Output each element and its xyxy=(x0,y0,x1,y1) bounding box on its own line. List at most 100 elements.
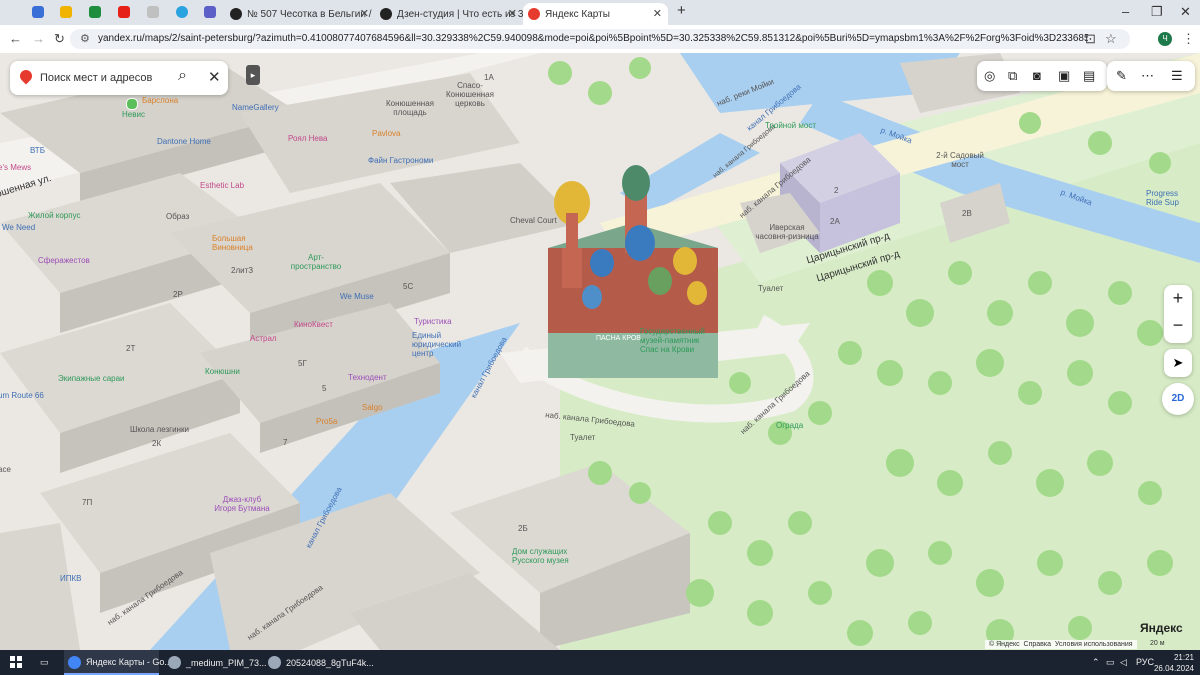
terms-link[interactable]: Условия использования xyxy=(1055,641,1133,648)
site-settings-icon[interactable]: ⚙ xyxy=(80,32,90,45)
poi-residential[interactable]: Жилой корпус xyxy=(28,211,80,220)
poi-toilet[interactable]: Туалет xyxy=(570,433,595,442)
poi-lezginka-school[interactable]: Школа лезгинки xyxy=(130,425,189,434)
close-window-button[interactable]: ✕ xyxy=(1180,4,1191,20)
taskbar-item-chrome[interactable]: Яндекс Карты - Go... xyxy=(64,650,172,675)
browser-menu-icon[interactable]: ⋮ xyxy=(1182,31,1195,47)
poi-esthetic-lab[interactable]: Esthetic Lab xyxy=(200,181,244,190)
poi-dantone-home[interactable]: Dantone Home xyxy=(157,137,211,146)
poi-salgo[interactable]: Salgo xyxy=(362,403,382,412)
panorama-icon[interactable]: ⧉ xyxy=(1008,68,1017,84)
poi-russian-museum-house[interactable]: Дом служащих Русского музея xyxy=(512,547,582,565)
poi-legal-center[interactable]: Единый юридический центр xyxy=(412,331,472,358)
poi-ace[interactable]: ace xyxy=(0,465,11,474)
profile-avatar[interactable]: Ч xyxy=(1158,32,1172,46)
poi-pro5a[interactable]: Pro5a xyxy=(316,417,337,426)
tab-dzen[interactable]: Дзен-студия | Что есть из 3d с ✕ xyxy=(375,3,523,25)
poi-konyushni[interactable]: Конюшни xyxy=(205,367,240,376)
new-tab-button[interactable]: + xyxy=(677,2,686,19)
taskbar-item-file[interactable]: _medium_PIM_73... xyxy=(164,650,267,675)
poi-progress-ride[interactable]: Progress Ride Sup xyxy=(1146,189,1196,207)
network-icon[interactable]: ▭ xyxy=(1106,657,1115,668)
poi-technodent[interactable]: Технодент xyxy=(348,373,387,382)
tab-youtube-icon[interactable] xyxy=(118,6,130,18)
close-tab-icon[interactable]: ✕ xyxy=(360,7,369,20)
poi-we-need[interactable]: i We Need xyxy=(0,223,35,232)
poi-astral[interactable]: Астрал xyxy=(250,334,277,343)
taskbar-item-file[interactable]: 20524088_8gTuF4k... xyxy=(264,650,374,675)
tab-doc-icon[interactable] xyxy=(147,6,159,18)
toggle-2d-button[interactable]: 2D xyxy=(1162,383,1194,415)
ruler-icon[interactable]: ✎ xyxy=(1116,68,1127,84)
map-canvas[interactable]: Царицынский пр-д Царицынский пр-д наб. к… xyxy=(0,53,1200,650)
tab-chesotka[interactable]: № 507 Чесотка в Бельгии / По ✕ xyxy=(225,3,375,25)
poi-jazz-club[interactable]: Джаз-клуб Игоря Бутмана xyxy=(212,495,272,513)
tab-sheets-icon[interactable] xyxy=(89,6,101,18)
windows-start-icon[interactable] xyxy=(10,656,22,668)
poi-route66[interactable]: um Route 66 xyxy=(0,391,44,400)
map-style-icon[interactable]: ▤ xyxy=(1083,68,1095,84)
poi-obraz[interactable]: Образ xyxy=(166,212,189,221)
zoom-out-button[interactable]: − xyxy=(1164,315,1192,336)
poi-fence[interactable]: Ограда xyxy=(776,421,803,430)
my-location-button[interactable]: ➤ xyxy=(1164,349,1192,377)
url-field[interactable]: ⚙ yandex.ru/maps/2/saint-petersburg/?azi… xyxy=(70,29,1130,49)
poi-carriage-sheds[interactable]: Экипажные сараи xyxy=(58,374,125,383)
poi-sferazhestov[interactable]: Сферажестов xyxy=(38,256,90,265)
install-app-icon[interactable]: ⊡ xyxy=(1085,31,1096,47)
poi-savior-on-blood[interactable]: Государственный музей-памятник Спас на К… xyxy=(640,327,710,354)
close-icon[interactable]: ✕ xyxy=(208,68,221,86)
forward-arrow-icon[interactable]: → xyxy=(32,31,45,46)
search-input[interactable]: Поиск мест и адресов xyxy=(40,72,152,84)
volume-icon[interactable]: ◁ xyxy=(1120,657,1127,668)
back-arrow-icon[interactable]: ← xyxy=(9,31,22,46)
poi-church-label[interactable]: ПАСНА КРОВ xyxy=(596,335,641,342)
tab-telegram-icon[interactable] xyxy=(176,6,188,18)
bookmark-star-icon[interactable]: ☆ xyxy=(1105,31,1117,47)
poi-barslona[interactable]: Барслона xyxy=(142,96,178,105)
poi-nevis[interactable]: Невис xyxy=(122,110,145,119)
poi-marker[interactable] xyxy=(126,98,138,110)
menu-icon[interactable]: ☰ xyxy=(1171,68,1183,84)
reload-icon[interactable]: ↻ xyxy=(54,31,65,47)
poi-iverskaya-chapel[interactable]: Иверская часовня-ризница xyxy=(752,223,822,241)
close-tab-icon[interactable]: ✕ xyxy=(653,7,662,20)
poi-church[interactable]: Спасо-Конюшенная церковь xyxy=(440,81,500,108)
minimize-button[interactable]: – xyxy=(1122,4,1129,19)
poi-mews[interactable]: e's Mews xyxy=(0,163,31,172)
collapse-panel-button[interactable]: ▸ xyxy=(246,65,260,85)
clock[interactable]: 21:21 26.04.2024 xyxy=(1150,652,1194,674)
close-tab-icon[interactable]: ✕ xyxy=(508,7,517,20)
help-link[interactable]: Справка xyxy=(1024,641,1051,648)
poi-ipkv[interactable]: ИПКВ xyxy=(60,574,82,583)
tab-mail-icon[interactable] xyxy=(32,6,44,18)
poi-toilet[interactable]: Туалет xyxy=(758,284,783,293)
tab-yandex-maps[interactable]: Яндекс Карты ✕ xyxy=(523,3,668,25)
poi-royal-neva[interactable]: Роял Нева xyxy=(288,134,328,143)
more-icon[interactable]: ⋯ xyxy=(1141,68,1154,84)
zoom-in-button[interactable]: + xyxy=(1164,288,1192,309)
poi-triple-bridge[interactable]: Тройной мост xyxy=(765,121,816,130)
poi-we-muse[interactable]: We Muse xyxy=(340,292,374,301)
poi-namegallery[interactable]: NameGallery xyxy=(232,103,279,112)
tab-teams-icon[interactable] xyxy=(204,6,216,18)
layers-icon[interactable]: ◎ xyxy=(984,68,995,84)
poi-pavlova[interactable]: Pavlova xyxy=(372,129,400,138)
poi-konyushennaya-square[interactable]: Конюшенная площадь xyxy=(380,99,440,117)
poi-bolshaya-vinovnitsa[interactable]: Большая Виновница xyxy=(212,234,262,252)
maximize-button[interactable]: ❐ xyxy=(1151,4,1163,20)
poi-kinoquest[interactable]: КиноКвест xyxy=(294,320,333,329)
search-box[interactable]: Поиск мест и адресов ⌕ ✕ xyxy=(10,61,228,95)
poi-vtb[interactable]: ВТБ xyxy=(30,146,45,155)
search-icon[interactable]: ⌕ xyxy=(178,67,187,85)
poi-fine-gastronomy[interactable]: Файн Гастрономи xyxy=(368,156,433,165)
poi-second-sadovy-bridge[interactable]: 2-й Садовый мост xyxy=(930,151,990,169)
poi-turistika[interactable]: Туристика xyxy=(414,317,452,326)
camera-icon[interactable]: ◙ xyxy=(1033,68,1041,83)
poi-cheval-court[interactable]: Cheval Court xyxy=(510,216,557,225)
poi-art-space[interactable]: Арт-пространство xyxy=(286,253,346,271)
tray-chevron-icon[interactable]: ⌃ xyxy=(1092,657,1100,668)
tab-drive-icon[interactable] xyxy=(60,6,72,18)
task-view-icon[interactable]: ▭ xyxy=(40,657,49,668)
transport-icon[interactable]: ▣ xyxy=(1058,68,1070,84)
